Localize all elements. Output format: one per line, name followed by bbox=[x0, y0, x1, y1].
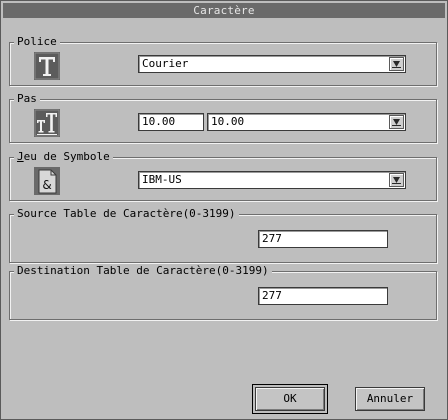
cancel-button[interactable]: Annuler bbox=[355, 387, 425, 411]
pas-group: Pas 10.00 10.00 bbox=[9, 92, 437, 143]
police-group: Police Courier bbox=[9, 35, 437, 86]
source-group: Source Table de Caractère(0-3199) 277 bbox=[9, 207, 437, 263]
font-select-value: Courier bbox=[142, 57, 189, 70]
font-pitch-icon bbox=[34, 109, 60, 137]
symbol-set-group: Jeu de Symbole & IBM-US bbox=[9, 150, 437, 201]
font-t-icon bbox=[34, 52, 60, 80]
source-table-value: 277 bbox=[262, 232, 282, 245]
destination-table-input[interactable]: 277 bbox=[258, 287, 388, 305]
police-legend: Police bbox=[14, 35, 60, 49]
symbol-set-legend: Jeu de Symbole bbox=[14, 150, 113, 164]
pitch-b-value: 10.00 bbox=[211, 115, 245, 128]
pitch-select-b[interactable]: 10.00 bbox=[207, 113, 406, 131]
pitch-field-a[interactable]: 10.00 bbox=[138, 113, 204, 131]
symbol-set-legend-rest: eu de Symbole bbox=[23, 150, 110, 163]
chevron-down-icon[interactable] bbox=[389, 173, 404, 187]
svg-text:&: & bbox=[42, 178, 51, 192]
window-title: Caractère bbox=[3, 3, 445, 18]
destination-group: Destination Table de Caractère(0-3199) 2… bbox=[9, 264, 437, 320]
pas-legend: Pas bbox=[14, 92, 40, 106]
destination-table-value: 277 bbox=[262, 289, 282, 302]
character-dialog: Caractère Police Courier Pas 10.00 10.00 bbox=[0, 0, 448, 420]
font-select[interactable]: Courier bbox=[138, 55, 406, 73]
chevron-down-icon[interactable] bbox=[389, 57, 404, 71]
source-table-input[interactable]: 277 bbox=[258, 230, 388, 248]
pitch-a-value: 10.00 bbox=[142, 115, 176, 128]
ok-button[interactable]: OK bbox=[252, 384, 328, 414]
ampersand-icon: & bbox=[34, 167, 60, 195]
symbol-set-select[interactable]: IBM-US bbox=[138, 171, 406, 189]
chevron-down-icon[interactable] bbox=[389, 115, 404, 129]
source-legend: Source Table de Caractère(0-3199) bbox=[14, 207, 239, 221]
symbol-set-value: IBM-US bbox=[142, 173, 182, 186]
destination-legend: Destination Table de Caractère(0-3199) bbox=[14, 264, 272, 278]
